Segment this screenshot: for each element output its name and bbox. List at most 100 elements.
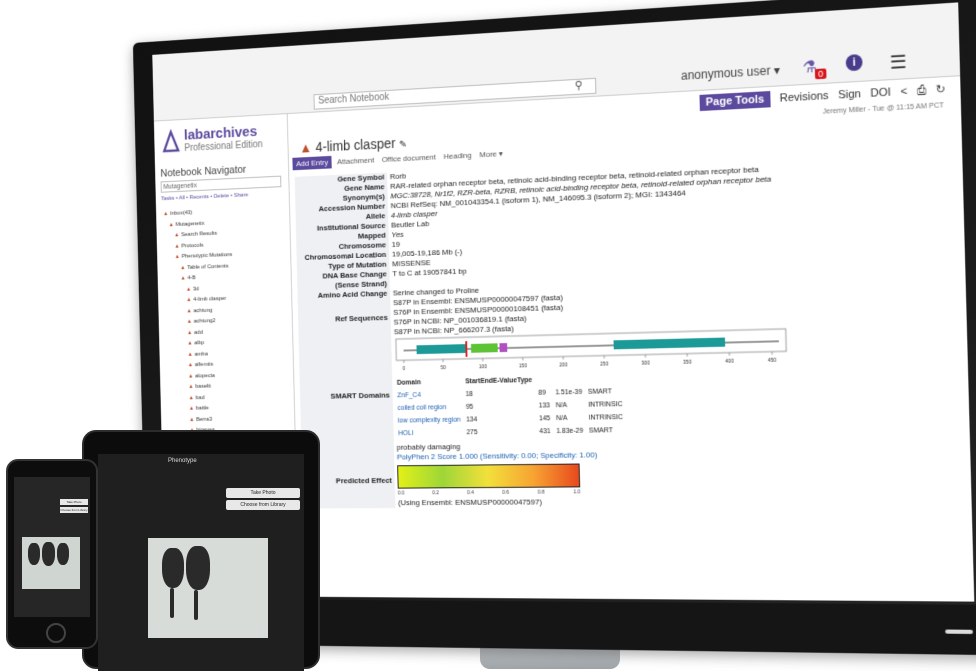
tree-item[interactable]: ▲4-B	[180, 275, 195, 281]
home-button[interactable]	[46, 623, 66, 643]
scale-tick-label: 0.2	[432, 488, 439, 498]
smart-domain-cell: INTRINSIC	[588, 399, 626, 411]
tree-item[interactable]: ▲Protocols	[174, 242, 203, 249]
page-tools-button[interactable]: Page Tools	[699, 91, 770, 111]
domain-znf-c4	[416, 344, 465, 354]
tree-item-label: 4-B	[187, 275, 195, 281]
axis-tick-label: 250	[600, 361, 609, 367]
tree-item-label: 4-limb clasper	[193, 296, 226, 303]
domain-axis: 050100150200250300350400450	[403, 352, 777, 373]
page-meta: Jeremy Miller - Tue @ 11:15 AM PCT	[823, 102, 944, 116]
info-icon[interactable]: i	[846, 54, 863, 71]
tree-item-label: amba	[194, 351, 207, 357]
tree-item-label: Search Results	[181, 231, 217, 238]
page-title: ▲ 4-limb clasper ✎	[299, 135, 407, 156]
smart-domain-name[interactable]: HOLI	[398, 427, 465, 439]
page-icon: ▲	[189, 395, 194, 401]
entry-type-attachment[interactable]: Attachment	[337, 156, 374, 167]
tree-item[interactable]: ▲battle	[189, 406, 209, 412]
domain-coiled-coil	[471, 343, 498, 352]
axis-tick-label: 200	[559, 362, 568, 368]
edit-pencil-icon[interactable]: ✎	[399, 139, 407, 150]
tree-item[interactable]: ▲baseltt	[188, 384, 211, 390]
scale-tick-label: 0.4	[467, 488, 474, 498]
power-led	[945, 629, 973, 633]
tree-item[interactable]: ▲Table of Contents	[180, 263, 228, 270]
tree-item[interactable]: ▲add	[187, 329, 203, 335]
smart-domains: 050100150200250300350400450 Domain Start…	[391, 327, 800, 453]
refresh-icon[interactable]: ↻	[936, 83, 946, 96]
scale-tick-label: 0.8	[538, 488, 545, 498]
tree-item-label: achtung2	[194, 318, 216, 324]
page-icon: ▲	[174, 243, 179, 249]
tree-item[interactable]: ▲albp	[187, 340, 204, 346]
tree-item[interactable]: ▲Berra3	[189, 416, 212, 422]
page-icon: ▲	[188, 384, 193, 390]
tree-item[interactable]: ▲3d	[186, 286, 199, 292]
smart-header-cell: StartEndE-ValueType	[465, 375, 536, 387]
tree-item[interactable]: ▲Phenotypic Mutations	[175, 252, 233, 260]
tree-item[interactable]: ▲Inbox(43)	[163, 210, 192, 217]
tablet-screen: Phenotype Take Photo Choose from Library	[98, 454, 304, 671]
smart-row: SMART Domains 05010015020025030035040045…	[299, 327, 800, 454]
tree-item-label: bad	[196, 395, 205, 401]
take-photo-button[interactable]: Take Photo	[226, 488, 300, 498]
navigator-links[interactable]: Tasks • All • Recents • Delete • Share	[161, 192, 248, 202]
scale-tick-label: 0.6	[502, 488, 509, 498]
phone-take-photo-button[interactable]: Take Photo	[60, 499, 88, 505]
tree-item[interactable]: ▲4-limb clasper	[186, 296, 226, 303]
using-ensembl: (Using Ensembl: ENSMUSP00000047597)	[398, 496, 799, 508]
smart-domain-cell: 275	[466, 426, 537, 438]
smart-domain-name[interactable]: coiled coil region	[397, 402, 464, 414]
tree-item-label: Mutagenetix	[176, 221, 205, 228]
page-icon: ▲	[163, 211, 168, 217]
axis-tick-label: 0	[403, 366, 406, 372]
smart-domain-row: HOLI2754311.83e-29SMART	[398, 425, 627, 439]
tree-item[interactable]: ▲alfemtis	[188, 362, 213, 368]
gene-table: Gene SymbolRorbGene NameRAR-related orph…	[295, 153, 802, 508]
add-entry-button[interactable]: Add Entry	[292, 156, 331, 170]
choose-library-button[interactable]: Choose from Library	[226, 500, 300, 510]
search-icon[interactable]: ⚲	[575, 79, 583, 92]
page-icon: ▲	[187, 341, 192, 347]
phone: Take Photo Choose from Library	[6, 459, 98, 649]
smart-domain-cell: INTRINSIC	[589, 412, 627, 424]
labarchives-logo-icon	[161, 128, 181, 154]
tree-item-label: alfemtis	[195, 362, 213, 368]
doi-link[interactable]: DOI	[870, 86, 891, 99]
phone-choose-library-button[interactable]: Choose from Library	[60, 507, 88, 513]
smart-domain-cell: SMART	[588, 386, 626, 398]
print-icon[interactable]: ⎙	[917, 84, 927, 97]
page-icon: ▲	[189, 406, 194, 412]
domain-holi	[614, 338, 726, 350]
scale-tick-label: 0.0	[398, 489, 405, 499]
axis-tick-label: 350	[683, 359, 692, 365]
domain-low-complexity	[499, 343, 507, 352]
tree-item-label: Inbox(43)	[170, 210, 192, 217]
page-icon: ▲	[187, 330, 192, 336]
tablet: Phenotype Take Photo Choose from Library	[82, 430, 320, 669]
tree-item[interactable]: ▲bad	[189, 395, 205, 401]
tree-item-label: add	[194, 329, 203, 335]
tree-item[interactable]: ▲amba	[188, 351, 208, 357]
menu-icon[interactable]: ☰	[889, 51, 907, 74]
entry-type-heading[interactable]: Heading	[443, 151, 471, 161]
sign-link[interactable]: Sign	[838, 88, 861, 102]
tree-item[interactable]: ▲alopecia	[188, 373, 215, 379]
tree-item-label: baseltt	[195, 384, 211, 390]
tree-item[interactable]: ▲Mutagenetix	[169, 221, 205, 228]
tree-item[interactable]: ▲achtung	[186, 307, 212, 313]
share-icon[interactable]: <	[900, 85, 907, 98]
smart-domain-name[interactable]: ZnF_C4	[397, 389, 464, 401]
tree-item[interactable]: ▲achtung2	[187, 318, 216, 325]
revisions-link[interactable]: Revisions	[779, 90, 828, 105]
user-menu[interactable]: anonymous user ▾	[681, 63, 780, 83]
tablet-title: Phenotype	[168, 458, 197, 464]
phone-screen: Take Photo Choose from Library	[14, 477, 90, 617]
smart-domain-name[interactable]: low complexity region	[398, 415, 465, 427]
entry-type-office[interactable]: Office document	[382, 153, 436, 164]
tree-item-label: battle	[196, 406, 209, 412]
entry-type-more[interactable]: More ▾	[479, 149, 502, 159]
tree-item[interactable]: ▲Search Results	[174, 231, 217, 238]
axis-tick-label: 150	[519, 363, 527, 369]
